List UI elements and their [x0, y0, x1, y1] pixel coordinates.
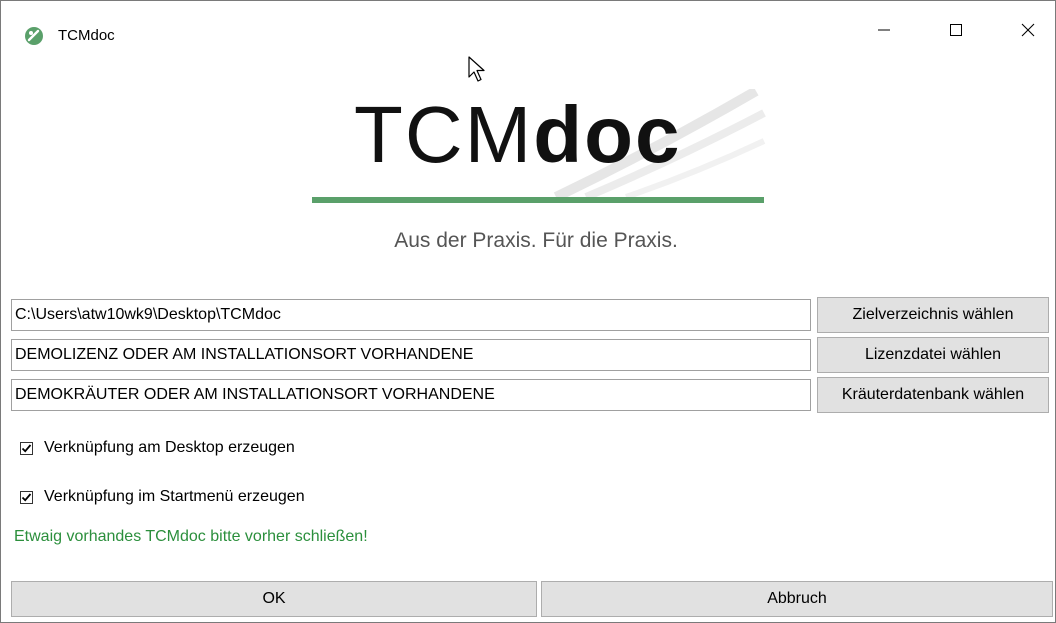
herbs-database-field[interactable]: DEMOKRÄUTER ODER AM INSTALLATIONSORT VOR… [11, 379, 811, 411]
title-bar[interactable]: TCMdoc [1, 1, 1055, 45]
logo-wordmark-bold: doc [533, 90, 682, 179]
logo-wordmark: TCMdoc [354, 95, 682, 175]
startmenu-shortcut-label: Verknüpfung im Startmenü erzeugen [44, 488, 305, 505]
target-directory-field[interactable]: C:\Users\atw10wk9\Desktop\TCMdoc [11, 299, 811, 331]
brand-logo: TCMdoc Aus der Praxis. Für die Praxis. [306, 89, 766, 269]
logo-wordmark-light: TCM [354, 90, 534, 179]
installer-window: TCMdoc TCMdoc Aus der Praxis. Für die Pr… [0, 0, 1056, 623]
minimize-button[interactable] [861, 15, 907, 49]
startmenu-shortcut-option[interactable]: Verknüpfung im Startmenü erzeugen [20, 487, 305, 507]
desktop-shortcut-option[interactable]: Verknüpfung am Desktop erzeugen [20, 438, 295, 458]
maximize-button[interactable] [933, 15, 979, 49]
close-button[interactable] [1005, 15, 1051, 49]
close-app-warning: Etwaig vorhandes TCMdoc bitte vorher sch… [14, 528, 368, 545]
desktop-shortcut-label: Verknüpfung am Desktop erzeugen [44, 439, 295, 456]
maximize-icon [949, 23, 963, 42]
choose-target-directory-button[interactable]: Zielverzeichnis wählen [817, 297, 1049, 333]
logo-underline [312, 197, 764, 203]
checkmark-icon [21, 492, 32, 502]
logo-tagline: Aus der Praxis. Für die Praxis. [394, 229, 678, 252]
minimize-icon [877, 23, 891, 42]
startmenu-shortcut-checkbox[interactable] [20, 490, 33, 504]
app-logo-icon [24, 26, 44, 51]
window-title: TCMdoc [58, 27, 115, 44]
license-file-field[interactable]: DEMOLIZENZ ODER AM INSTALLATIONSORT VORH… [11, 339, 811, 371]
choose-herbs-database-button[interactable]: Kräuterdatenbank wählen [817, 377, 1049, 413]
ok-button[interactable]: OK [11, 581, 537, 617]
close-icon [1021, 23, 1035, 42]
desktop-shortcut-checkbox[interactable] [20, 441, 33, 455]
mouse-pointer-icon [467, 55, 487, 88]
choose-license-file-button[interactable]: Lizenzdatei wählen [817, 337, 1049, 373]
cancel-button[interactable]: Abbruch [541, 581, 1053, 617]
checkmark-icon [21, 443, 32, 453]
